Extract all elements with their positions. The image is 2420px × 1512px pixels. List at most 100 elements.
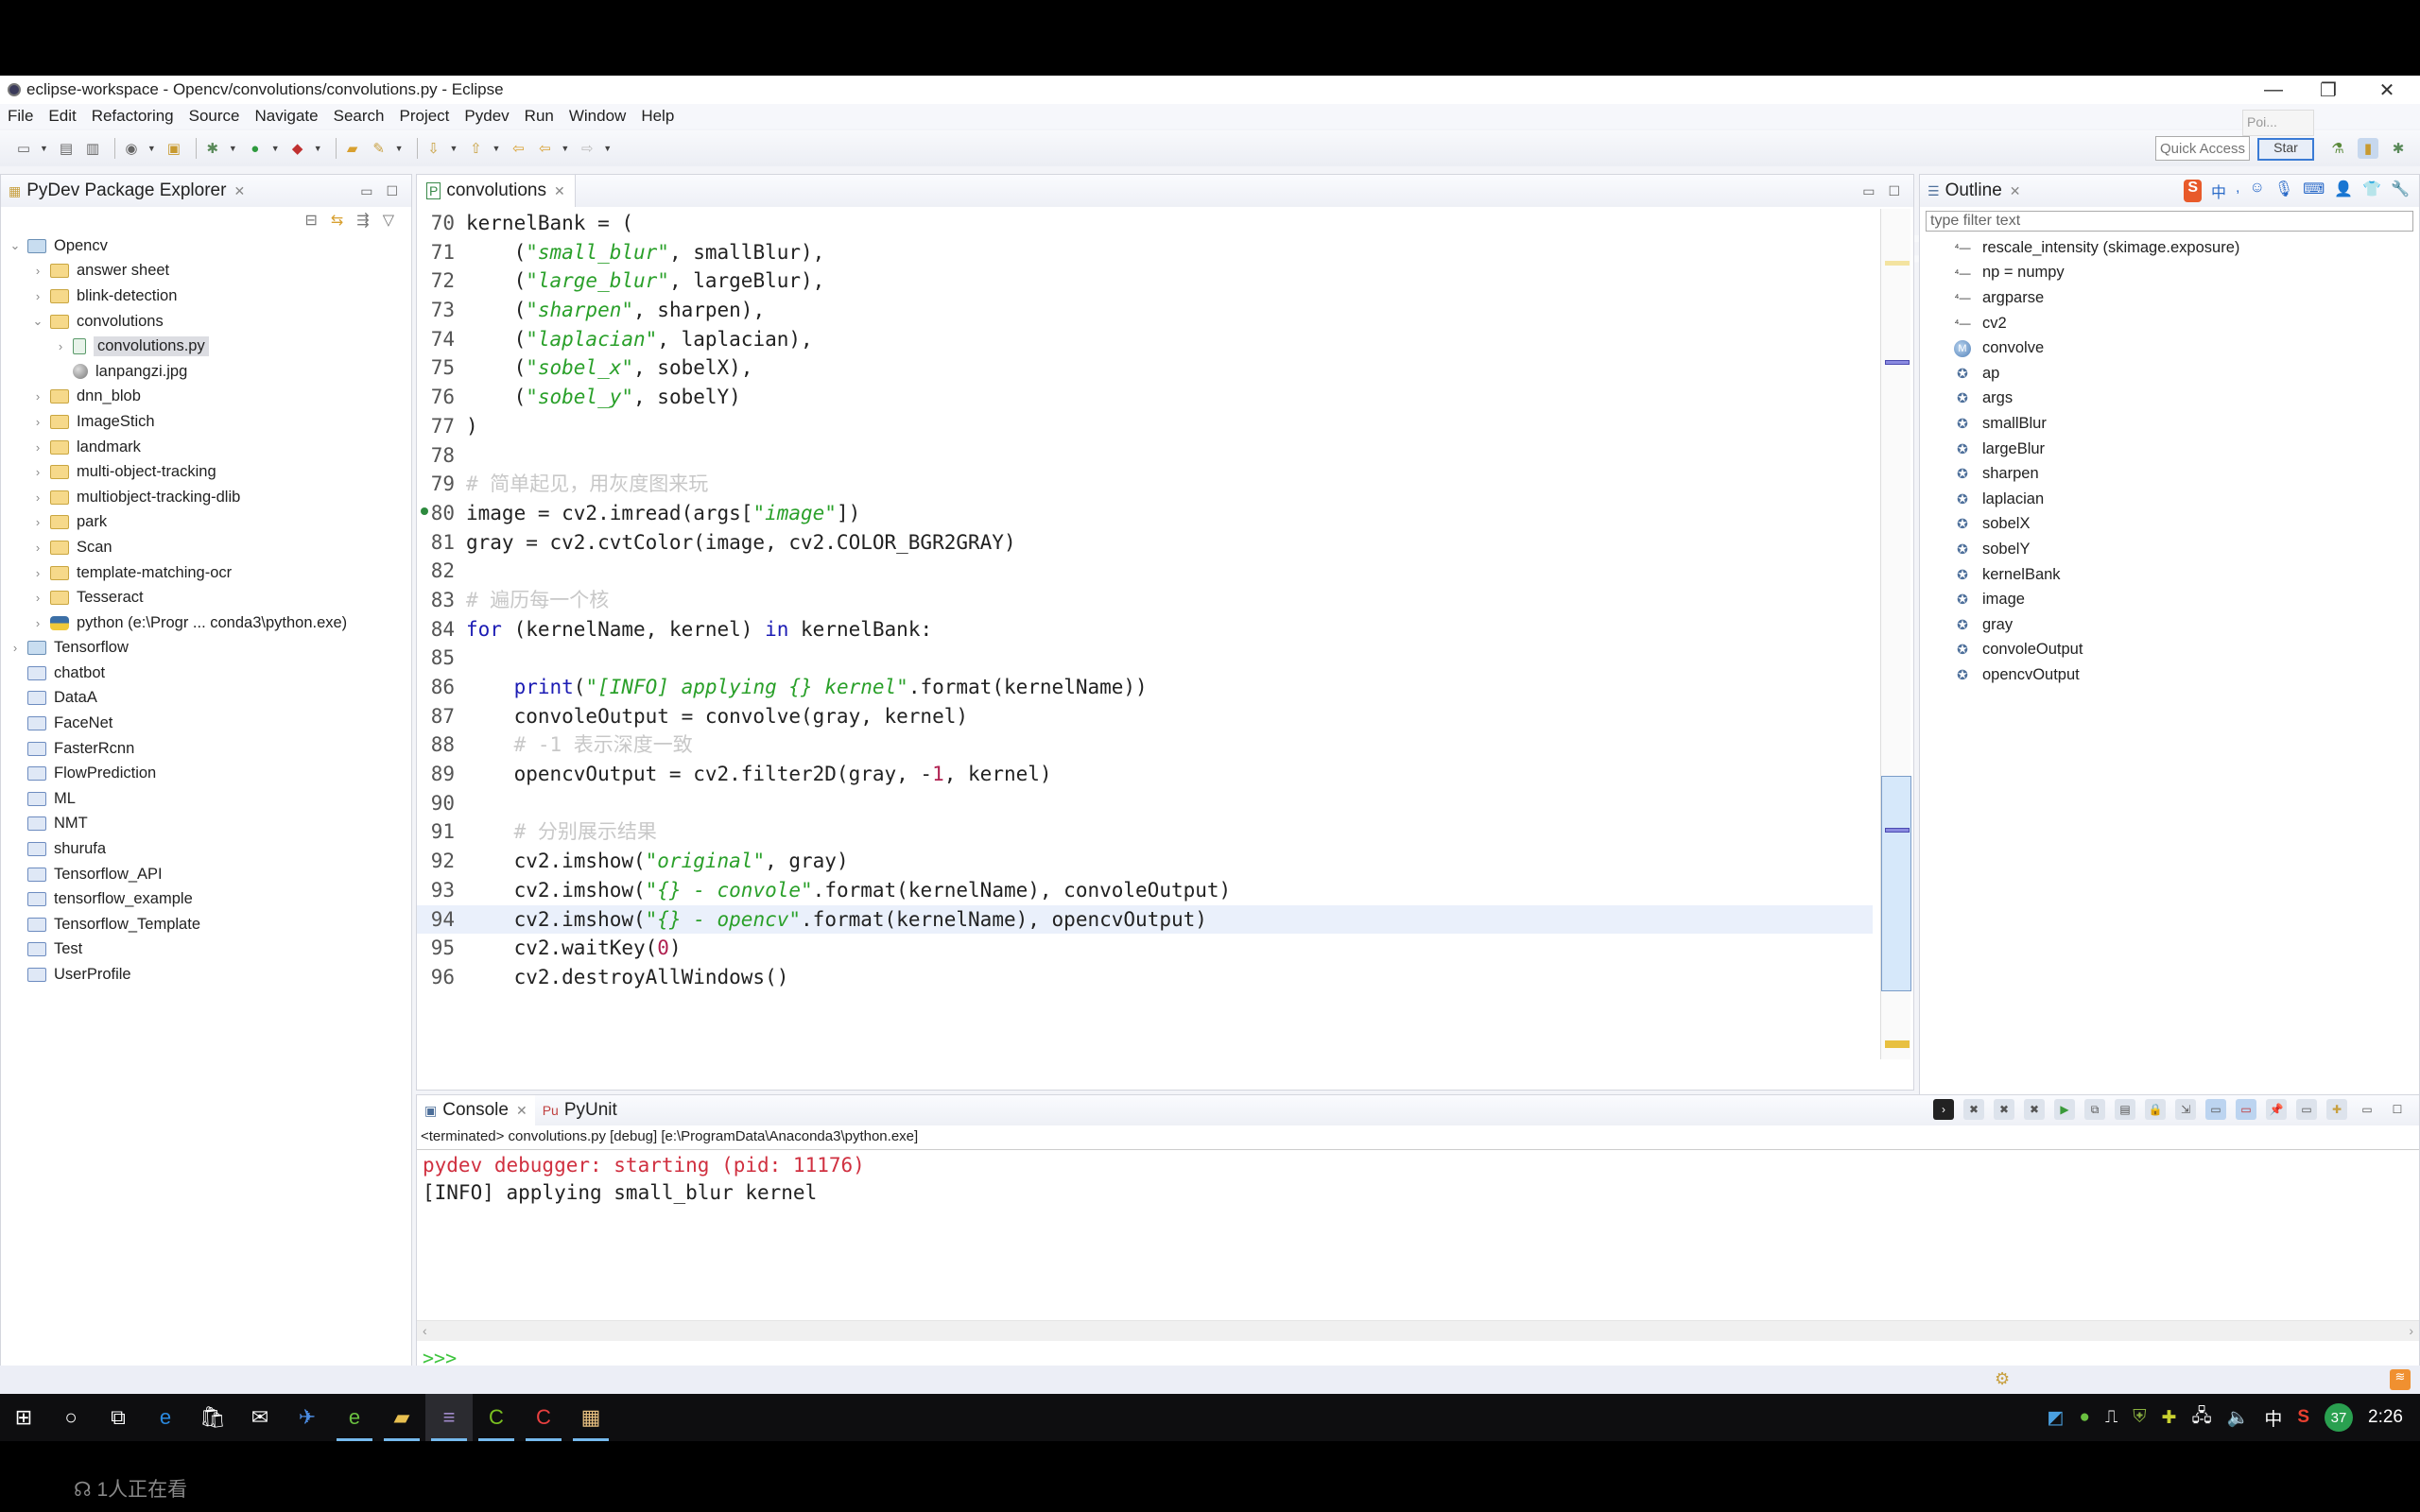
tree-item[interactable]: › Scan — [1, 535, 411, 560]
console-horizontal-scrollbar[interactable]: ‹ › — [417, 1320, 2419, 1341]
tree-item[interactable]: ML — [1, 786, 411, 812]
eclipse-taskbar-icon[interactable]: ≡ — [425, 1394, 473, 1441]
code-line[interactable]: 87 convoleOutput = convolve(gray, kernel… — [417, 702, 1873, 731]
maximize-panel-button[interactable]: ☐ — [1888, 183, 1900, 199]
microphone-icon[interactable]: 🎙 — [2274, 180, 2293, 202]
menu-window[interactable]: Window — [569, 107, 626, 126]
maximize-panel-button[interactable]: ☐ — [386, 183, 398, 199]
overview-ruler[interactable] — [1880, 209, 1911, 1059]
tree-item[interactable]: FasterRcnn — [1, 736, 411, 762]
last-edit-icon[interactable]: ⇦ — [508, 138, 528, 159]
code-line[interactable]: 77) — [417, 412, 1873, 441]
menu-navigate[interactable]: Navigate — [255, 107, 319, 126]
tree-item[interactable]: UserProfile — [1, 962, 411, 988]
chevron-right-icon[interactable]: › — [31, 389, 44, 404]
show-stderr-icon[interactable]: ▭ — [2236, 1099, 2256, 1120]
collapse-all-icon[interactable]: ⊟ — [304, 211, 317, 230]
ime-indicator[interactable]: 中 — [2264, 1405, 2282, 1431]
outline-item[interactable]: ✪ opencvOutput — [1920, 662, 2419, 688]
chevron-right-icon[interactable]: › — [31, 566, 44, 580]
ime-mode-icon[interactable]: 中 — [2211, 180, 2226, 202]
outline-item[interactable]: ✪ gray — [1920, 612, 2419, 638]
warning-marker[interactable] — [1885, 261, 1910, 266]
editor-scroll-thumb[interactable] — [1881, 776, 1911, 991]
restore-button[interactable]: ❐ — [2309, 77, 2347, 102]
close-tab-icon[interactable]: ✕ — [516, 1103, 527, 1119]
file-explorer-icon[interactable]: ▰ — [378, 1394, 425, 1441]
task-view-icon[interactable]: ⧉ — [95, 1394, 142, 1441]
code-line[interactable]: 75 ("sobel_x", sobelX), — [417, 353, 1873, 383]
dropdown-icon[interactable]: ▼ — [492, 144, 500, 153]
code-line[interactable]: 91 # 分别展示结果 — [417, 817, 1873, 847]
outline-item[interactable]: ✪ largeBlur — [1920, 437, 2419, 462]
dropdown-icon[interactable]: ▼ — [147, 144, 156, 153]
pen-icon[interactable]: ✎ — [369, 138, 389, 159]
editor-tab-convolutions[interactable]: P convolutions ✕ — [417, 175, 576, 207]
summary-marker[interactable] — [1885, 1040, 1910, 1048]
outline-item[interactable]: ⁴— rescale_intensity (skimage.exposure) — [1920, 235, 2419, 261]
progress-icon[interactable]: ⚙ — [1995, 1369, 2010, 1389]
settings-wrench-icon[interactable]: 🔧 — [2391, 180, 2410, 202]
dropdown-icon[interactable]: ▼ — [40, 144, 48, 153]
tree-item[interactable]: › ImageStich — [1, 409, 411, 435]
menu-project[interactable]: Project — [400, 107, 450, 126]
next-annotation-icon[interactable]: ⇩ — [424, 138, 444, 159]
debug-icon[interactable]: ✱ — [202, 138, 223, 159]
tree-item[interactable]: DataA — [1, 686, 411, 712]
tree-item[interactable]: › blink-detection — [1, 284, 411, 309]
volume-icon[interactable]: 🔈 — [2227, 1406, 2250, 1429]
dropdown-icon[interactable]: ▼ — [561, 144, 569, 153]
code-line[interactable]: 85 — [417, 644, 1873, 673]
dropdown-icon[interactable]: ▼ — [395, 144, 404, 153]
start-button[interactable]: Star — [2257, 138, 2314, 161]
tree-item[interactable]: › Tesseract — [1, 585, 411, 610]
code-line[interactable]: 94 cv2.imshow("{} - opencv".format(kerne… — [417, 904, 1873, 935]
remove-all-icon[interactable]: ✖ — [2024, 1099, 2045, 1120]
dropdown-icon[interactable]: ▼ — [314, 144, 322, 153]
outline-item[interactable]: ✪ kernelBank — [1920, 562, 2419, 588]
camtasia-red-icon[interactable]: C — [520, 1394, 567, 1441]
back-icon[interactable]: ⇦ — [534, 138, 555, 159]
code-line[interactable]: 84 for (kernelName, kernel) in kernelBank… — [417, 615, 1873, 644]
outline-item[interactable]: ✪ sharpen — [1920, 461, 2419, 487]
code-line[interactable]: 81 gray = cv2.cvtColor(image, cv2.COLOR_B… — [417, 528, 1873, 558]
code-line[interactable]: 88 # -1 表示深度一致 — [417, 730, 1873, 760]
tray-plus-icon[interactable]: ✚ — [2162, 1407, 2177, 1429]
outline-item[interactable]: ✪ sobelX — [1920, 512, 2419, 538]
code-line[interactable]: 76 ("sobel_y", sobelY) — [417, 383, 1873, 412]
tree-item[interactable]: › landmark — [1, 435, 411, 460]
tree-item[interactable]: › convolutions.py — [1, 334, 411, 359]
close-tab-icon[interactable]: ✕ — [554, 183, 565, 199]
chevron-right-icon[interactable]: › — [54, 339, 67, 353]
emoji-icon[interactable]: ☺ — [2249, 180, 2264, 202]
console-output[interactable]: pydev debugger: starting (pid: 11176) [IN… — [417, 1150, 2419, 1320]
save-all-icon[interactable]: ▥ — [82, 138, 103, 159]
dropdown-icon[interactable]: ▼ — [271, 144, 280, 153]
outline-item[interactable]: ⁴— cv2 — [1920, 311, 2419, 336]
notification-badge[interactable]: 37 — [2325, 1403, 2354, 1432]
windows-start-icon[interactable]: ⊞ — [0, 1394, 47, 1441]
tree-item[interactable]: › Tensorflow — [1, 636, 411, 662]
menu-source[interactable]: Source — [189, 107, 240, 126]
tree-item[interactable]: chatbot — [1, 661, 411, 686]
chevron-down-icon[interactable]: ⌄ — [9, 238, 22, 253]
menu-help[interactable]: Help — [641, 107, 674, 126]
outline-item[interactable]: ✪ convoleOutput — [1920, 638, 2419, 663]
feishu-icon[interactable]: ✈ — [284, 1394, 331, 1441]
menu-run[interactable]: Run — [525, 107, 554, 126]
tree-item[interactable]: › dnn_blob — [1, 385, 411, 410]
menu-file[interactable]: File — [8, 107, 33, 126]
tree-item[interactable]: tensorflow_example — [1, 886, 411, 912]
open-folder-icon[interactable]: ▰ — [342, 138, 363, 159]
outline-item[interactable]: ⁴— argparse — [1920, 285, 2419, 311]
tab-pyunit[interactable]: Pu PyUnit — [535, 1095, 625, 1125]
tree-item[interactable]: shurufa — [1, 836, 411, 862]
chevron-right-icon[interactable]: › — [31, 440, 44, 455]
open-console-icon[interactable]: › — [1933, 1099, 1954, 1120]
dropdown-icon[interactable]: ▼ — [450, 144, 458, 153]
tree-item[interactable]: › park — [1, 510, 411, 536]
occurrence-marker[interactable] — [1885, 360, 1910, 365]
quick-access-input[interactable] — [2155, 136, 2250, 161]
show-stdout-icon[interactable]: ▭ — [2205, 1099, 2226, 1120]
code-line[interactable]: 82 — [417, 557, 1873, 586]
